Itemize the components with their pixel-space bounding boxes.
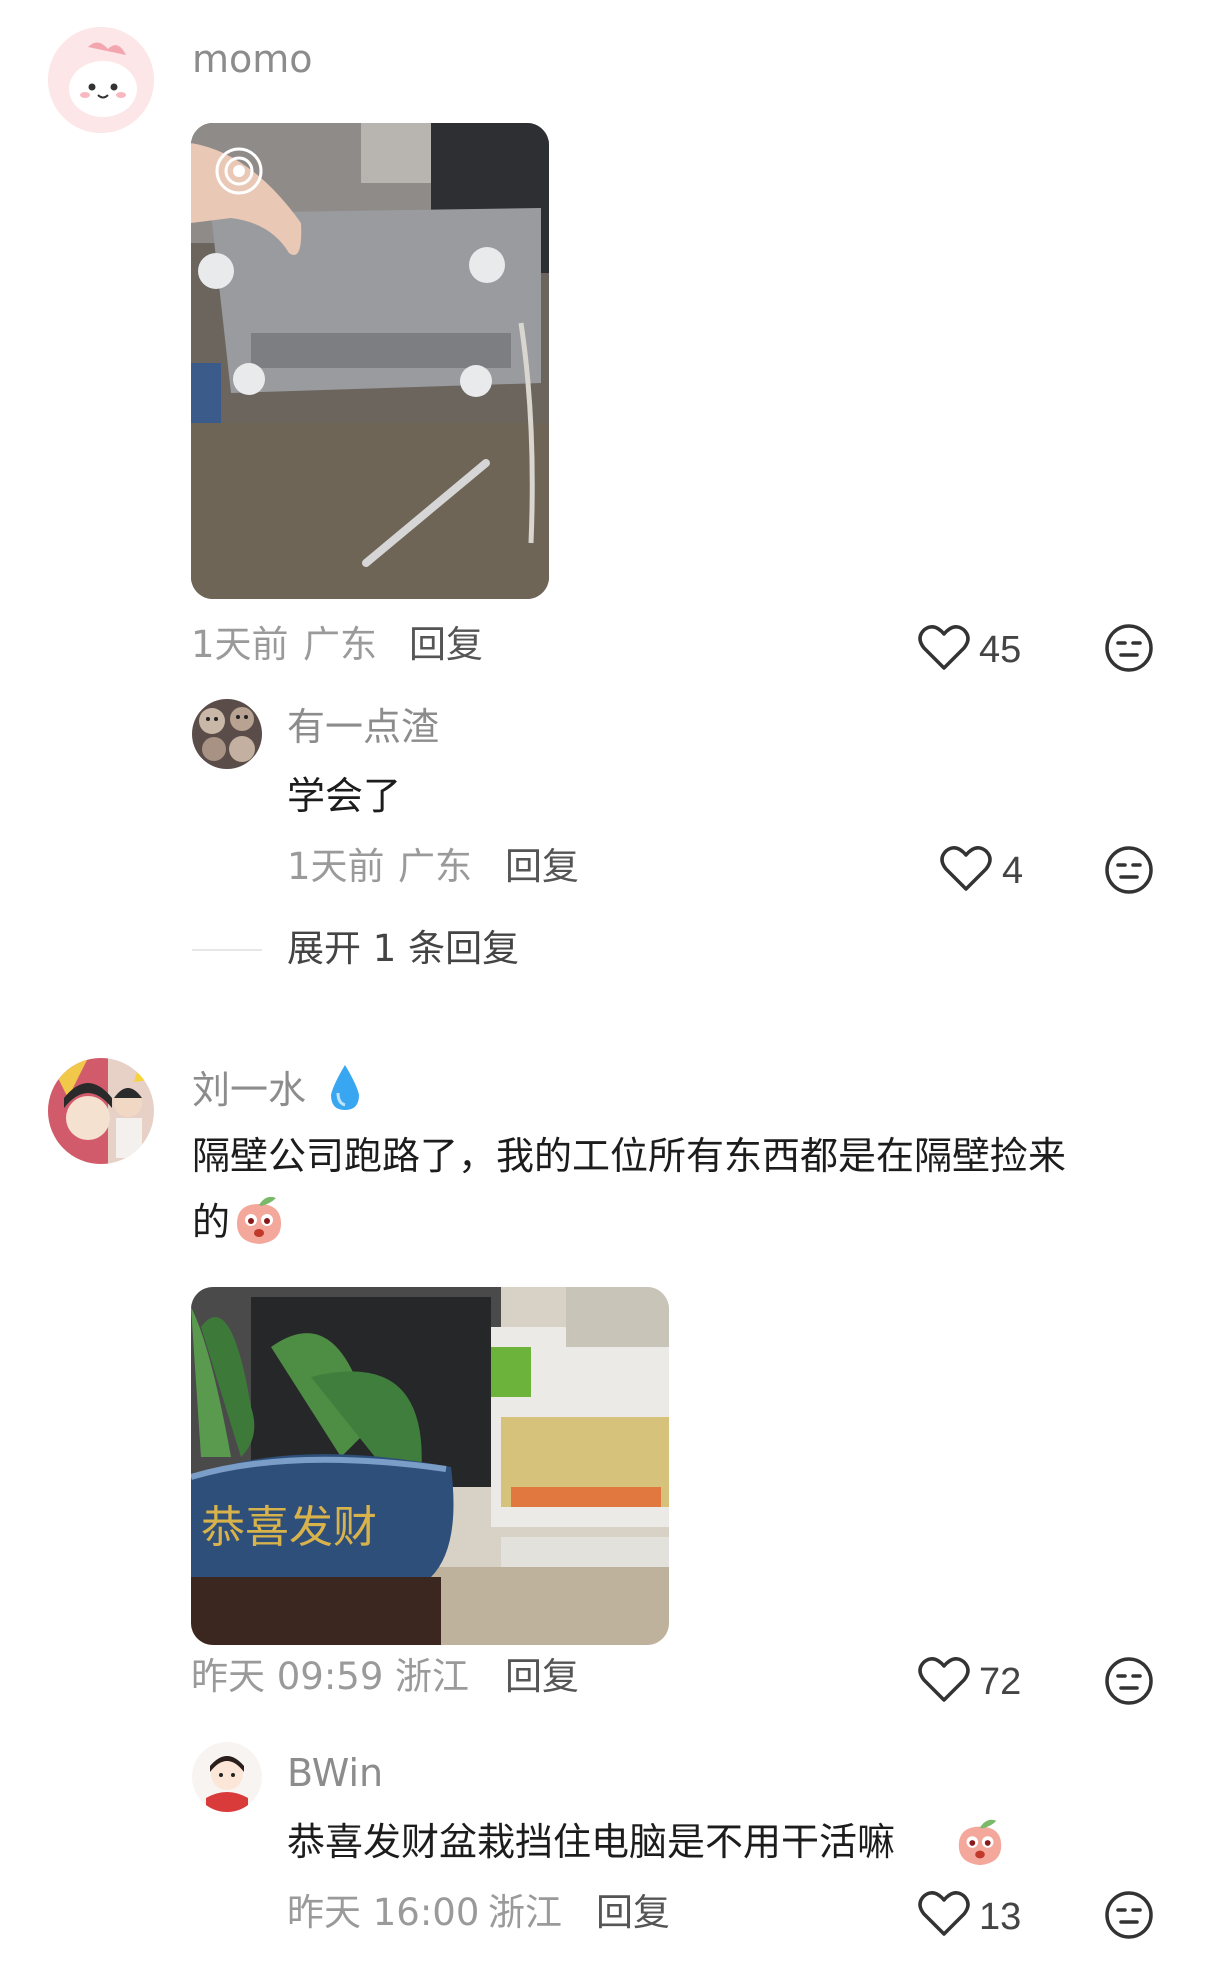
comment-time: 1天前 — [191, 623, 289, 666]
reply-button[interactable]: 回复 — [409, 626, 483, 663]
like-count: 13 — [979, 1896, 1022, 1938]
reply-button[interactable]: 回复 — [505, 1658, 579, 1695]
reply-time: 昨天 16:00 — [287, 1891, 480, 1934]
reply-time: 1天前 — [287, 845, 385, 888]
like-count: 45 — [979, 629, 1022, 671]
avatar[interactable] — [48, 27, 154, 133]
heart-icon — [940, 846, 992, 891]
expand-replies-button[interactable]: 展开 1 条回复 — [287, 930, 519, 967]
like-button[interactable]: 72 — [918, 1656, 1038, 1706]
peach-emoji-icon — [958, 1819, 1002, 1866]
heart-icon — [918, 625, 970, 670]
like-count: 4 — [1002, 850, 1024, 892]
like-button[interactable]: 13 — [918, 1890, 1038, 1940]
dislike-face-icon[interactable] — [1104, 845, 1154, 895]
reply-location: 浙江 — [488, 1891, 562, 1934]
divider — [192, 949, 262, 951]
pot-text: 恭喜发财 — [201, 1502, 377, 1553]
comment-username[interactable]: momo — [192, 40, 313, 78]
heart-icon — [918, 1657, 970, 1702]
comment-text: 隔壁公司跑路了，我的工位所有东西都是在隔壁捡来 — [192, 1134, 1067, 1178]
comment-location: 浙江 — [395, 1655, 469, 1698]
comment-text: 的 — [192, 1200, 231, 1244]
comment-time: 昨天 09:59 — [191, 1655, 384, 1698]
reply-text: 恭喜发财盆栽挡住电脑是不用干活嘛 — [287, 1820, 896, 1864]
comment-username[interactable]: 刘一水 — [192, 1071, 306, 1109]
avatar[interactable] — [48, 1058, 154, 1164]
like-button[interactable]: 45 — [918, 624, 1038, 674]
peach-emoji-icon — [236, 1196, 282, 1244]
like-count: 72 — [979, 1661, 1022, 1703]
heart-icon — [918, 1891, 970, 1936]
avatar[interactable] — [192, 1742, 262, 1812]
dislike-face-icon[interactable] — [1104, 1656, 1154, 1706]
avatar[interactable] — [192, 699, 262, 769]
reply-location: 广东 — [398, 845, 472, 888]
comment-photo[interactable] — [191, 123, 549, 599]
dislike-face-icon[interactable] — [1104, 623, 1154, 673]
reply-text: 学会了 — [287, 774, 402, 818]
water-drop-icon — [331, 1065, 359, 1110]
reply-username[interactable]: 有一点渣 — [287, 708, 439, 746]
reply-username[interactable]: BWin — [287, 1754, 383, 1792]
comment-location: 广东 — [303, 623, 377, 666]
comment-photo[interactable]: 恭喜发财 — [191, 1287, 669, 1645]
reply-button[interactable]: 回复 — [596, 1894, 670, 1931]
dislike-face-icon[interactable] — [1104, 1890, 1154, 1940]
like-button[interactable]: 4 — [940, 845, 1040, 895]
reply-button[interactable]: 回复 — [505, 848, 579, 885]
